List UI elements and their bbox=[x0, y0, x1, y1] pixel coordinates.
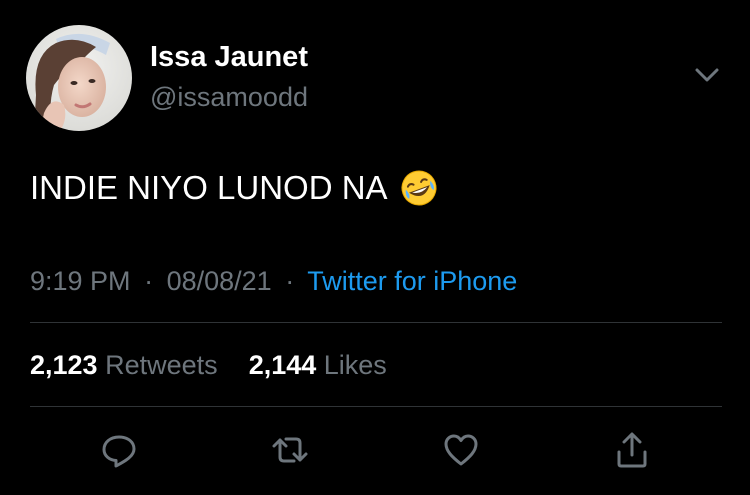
tweet-text: INDIE NIYO LUNOD NA bbox=[30, 169, 388, 206]
author-name[interactable]: Issa Jaunet bbox=[150, 41, 308, 73]
tweet-source-link[interactable]: Twitter for iPhone bbox=[307, 266, 517, 296]
tweet-body: INDIE NIYO LUNOD NA bbox=[30, 168, 438, 208]
tweet-meta: 9:19 PM · 08/08/21 · Twitter for iPhone bbox=[30, 264, 517, 298]
share-icon bbox=[617, 432, 647, 468]
chevron-down-icon[interactable] bbox=[690, 62, 724, 88]
reply-icon bbox=[102, 435, 136, 468]
retweet-icon bbox=[272, 437, 308, 463]
like-button[interactable] bbox=[439, 428, 483, 472]
heart-icon bbox=[444, 434, 478, 466]
likes-count: 2,144 bbox=[248, 350, 317, 380]
retweet-button[interactable] bbox=[268, 428, 312, 472]
tweet-card: Issa Jaunet @issamoodd INDIE NIYO LUNOD … bbox=[0, 0, 750, 495]
meta-separator: · bbox=[285, 266, 295, 296]
divider bbox=[30, 322, 722, 323]
tweet-time: 9:19 PM bbox=[30, 266, 131, 296]
share-button[interactable] bbox=[610, 428, 654, 472]
likes-label: Likes bbox=[323, 350, 387, 380]
meta-separator: · bbox=[144, 266, 154, 296]
author-handle[interactable]: @issamoodd bbox=[150, 82, 308, 112]
retweets-count: 2,123 bbox=[30, 350, 98, 380]
retweets-label: Retweets bbox=[105, 350, 218, 380]
avatar-image bbox=[26, 25, 132, 131]
tweet-date: 08/08/21 bbox=[166, 266, 272, 296]
avatar[interactable] bbox=[26, 25, 132, 131]
divider bbox=[30, 406, 722, 407]
rolling-on-the-floor-laughing-icon bbox=[400, 169, 438, 207]
tweet-stats: 2,123 Retweets 2,144 Likes bbox=[30, 348, 387, 382]
reply-button[interactable] bbox=[97, 428, 141, 472]
likes-stat[interactable]: 2,144 Likes bbox=[249, 350, 387, 380]
retweets-stat[interactable]: 2,123 Retweets bbox=[30, 350, 225, 380]
action-bar bbox=[0, 424, 750, 480]
